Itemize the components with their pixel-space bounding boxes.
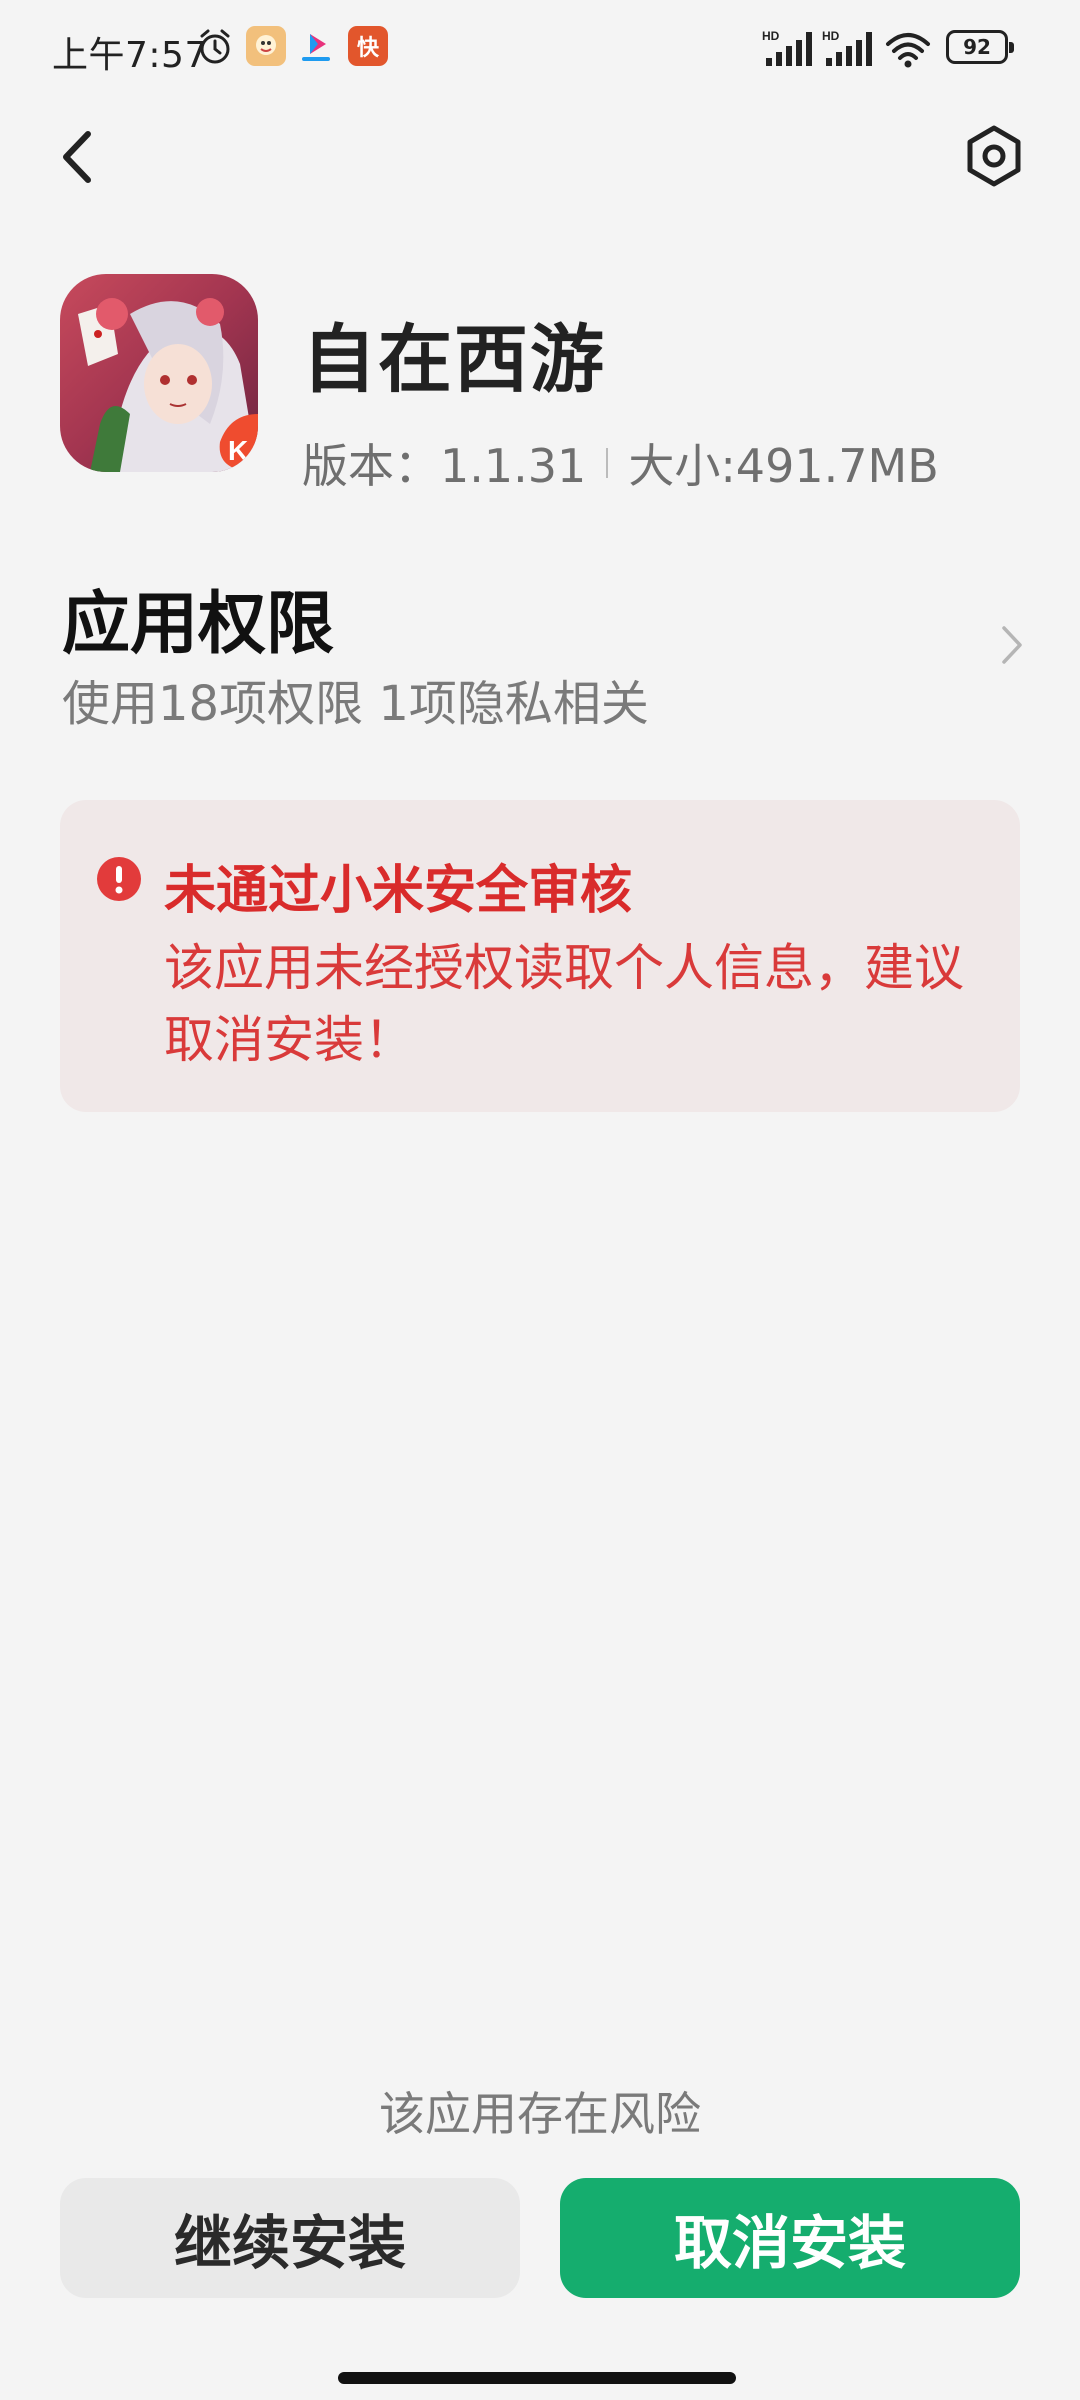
youku-icon	[296, 26, 336, 66]
permissions-title: 应用权限	[62, 585, 335, 664]
signal-hd-label-2: HD	[822, 29, 840, 43]
meta-divider	[606, 448, 609, 478]
app-meta: 版本：1.1.31 大小:491.7MB	[302, 430, 939, 496]
app-version: 版本：1.1.31	[302, 439, 587, 493]
svg-text:K: K	[228, 435, 248, 466]
back-button[interactable]	[50, 122, 106, 192]
signal-strength-icon: HD	[762, 29, 812, 66]
kuaishou-icon: 快	[348, 26, 388, 66]
home-indicator[interactable]	[338, 2372, 736, 2384]
chevron-left-icon	[63, 131, 91, 183]
install-screen: 上午7:57 快 HD HD 92 K 自在西游 版本：1.1.31 大小:49…	[0, 0, 1080, 2400]
security-warning-card: 未通过小米安全审核 该应用未经授权读取个人信息，建议取消安装！	[60, 800, 1020, 1112]
settings-hexagon-icon	[967, 125, 1021, 187]
app-icon: K	[60, 274, 258, 472]
signal-strength-icon: HD	[822, 29, 872, 66]
status-bar: 上午7:57 快 HD HD 92	[0, 0, 1080, 100]
battery-indicator: 92	[946, 30, 1014, 64]
settings-button[interactable]	[962, 124, 1026, 188]
signal-hd-label-1: HD	[762, 29, 780, 43]
app-name: 自在西游	[302, 317, 606, 403]
permissions-summary: 使用18项权限 1项隐私相关	[62, 676, 649, 732]
kuaishou-glyph: 快	[356, 36, 379, 61]
alarm-clock-icon	[200, 29, 230, 64]
continue-install-button[interactable]: 继续安装	[60, 2178, 520, 2298]
battery-level: 92	[963, 35, 991, 59]
game-notification-icon	[246, 26, 286, 66]
cancel-install-button[interactable]: 取消安装	[560, 2178, 1020, 2298]
risk-note: 该应用存在风险	[379, 2087, 701, 2141]
chevron-right-icon	[1002, 626, 1022, 664]
warning-title: 未通过小米安全审核	[164, 861, 633, 921]
alert-icon	[97, 857, 141, 901]
app-size: 大小:491.7MB	[628, 439, 939, 493]
warning-message: 该应用未经授权读取个人信息，建议取消安装！	[164, 939, 964, 1069]
clock: 上午7:57	[52, 35, 208, 76]
wifi-icon	[886, 33, 930, 68]
